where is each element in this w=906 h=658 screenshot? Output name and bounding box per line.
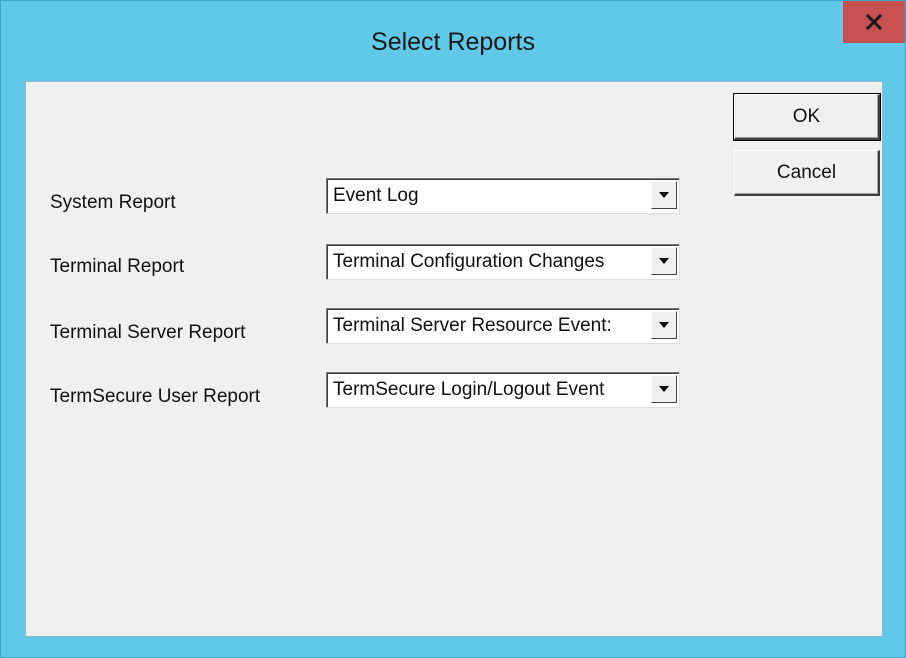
dialog-title: Select Reports — [371, 28, 535, 56]
cancel-button[interactable]: Cancel — [734, 150, 880, 196]
system-report-dropdown-button[interactable] — [651, 181, 677, 209]
system-report-combobox[interactable]: Event Log — [326, 178, 680, 214]
terminal-report-combobox[interactable]: Terminal Configuration Changes — [326, 244, 680, 280]
dialog-client-area: System Report Event Log Terminal Report … — [25, 81, 883, 637]
close-button[interactable] — [843, 1, 905, 43]
termsecure-user-report-dropdown-button[interactable] — [651, 375, 677, 403]
termsecure-user-report-combobox[interactable]: TermSecure Login/Logout Event — [326, 372, 680, 408]
termsecure-user-report-label: TermSecure User Report — [50, 386, 261, 407]
system-report-label: System Report — [50, 192, 176, 213]
chevron-down-icon — [658, 186, 670, 204]
chevron-down-icon — [658, 316, 670, 334]
terminal-report-value: Terminal Configuration Changes — [333, 251, 605, 272]
terminal-server-report-label: Terminal Server Report — [50, 322, 246, 343]
close-icon — [866, 14, 882, 30]
ok-button[interactable]: OK — [733, 93, 881, 141]
terminal-server-report-combobox[interactable]: Terminal Server Resource Event: — [326, 308, 680, 344]
chevron-down-icon — [658, 252, 670, 270]
dialog-window: Select Reports System Report Event Log T… — [0, 0, 906, 658]
terminal-report-label: Terminal Report — [50, 256, 185, 277]
system-report-value: Event Log — [333, 185, 419, 206]
termsecure-user-report-value: TermSecure Login/Logout Event — [333, 379, 605, 400]
terminal-server-report-value: Terminal Server Resource Event: — [333, 315, 612, 336]
terminal-server-report-dropdown-button[interactable] — [651, 311, 677, 339]
title-bar[interactable]: Select Reports — [1, 1, 905, 81]
terminal-report-dropdown-button[interactable] — [651, 247, 677, 275]
chevron-down-icon — [658, 380, 670, 398]
